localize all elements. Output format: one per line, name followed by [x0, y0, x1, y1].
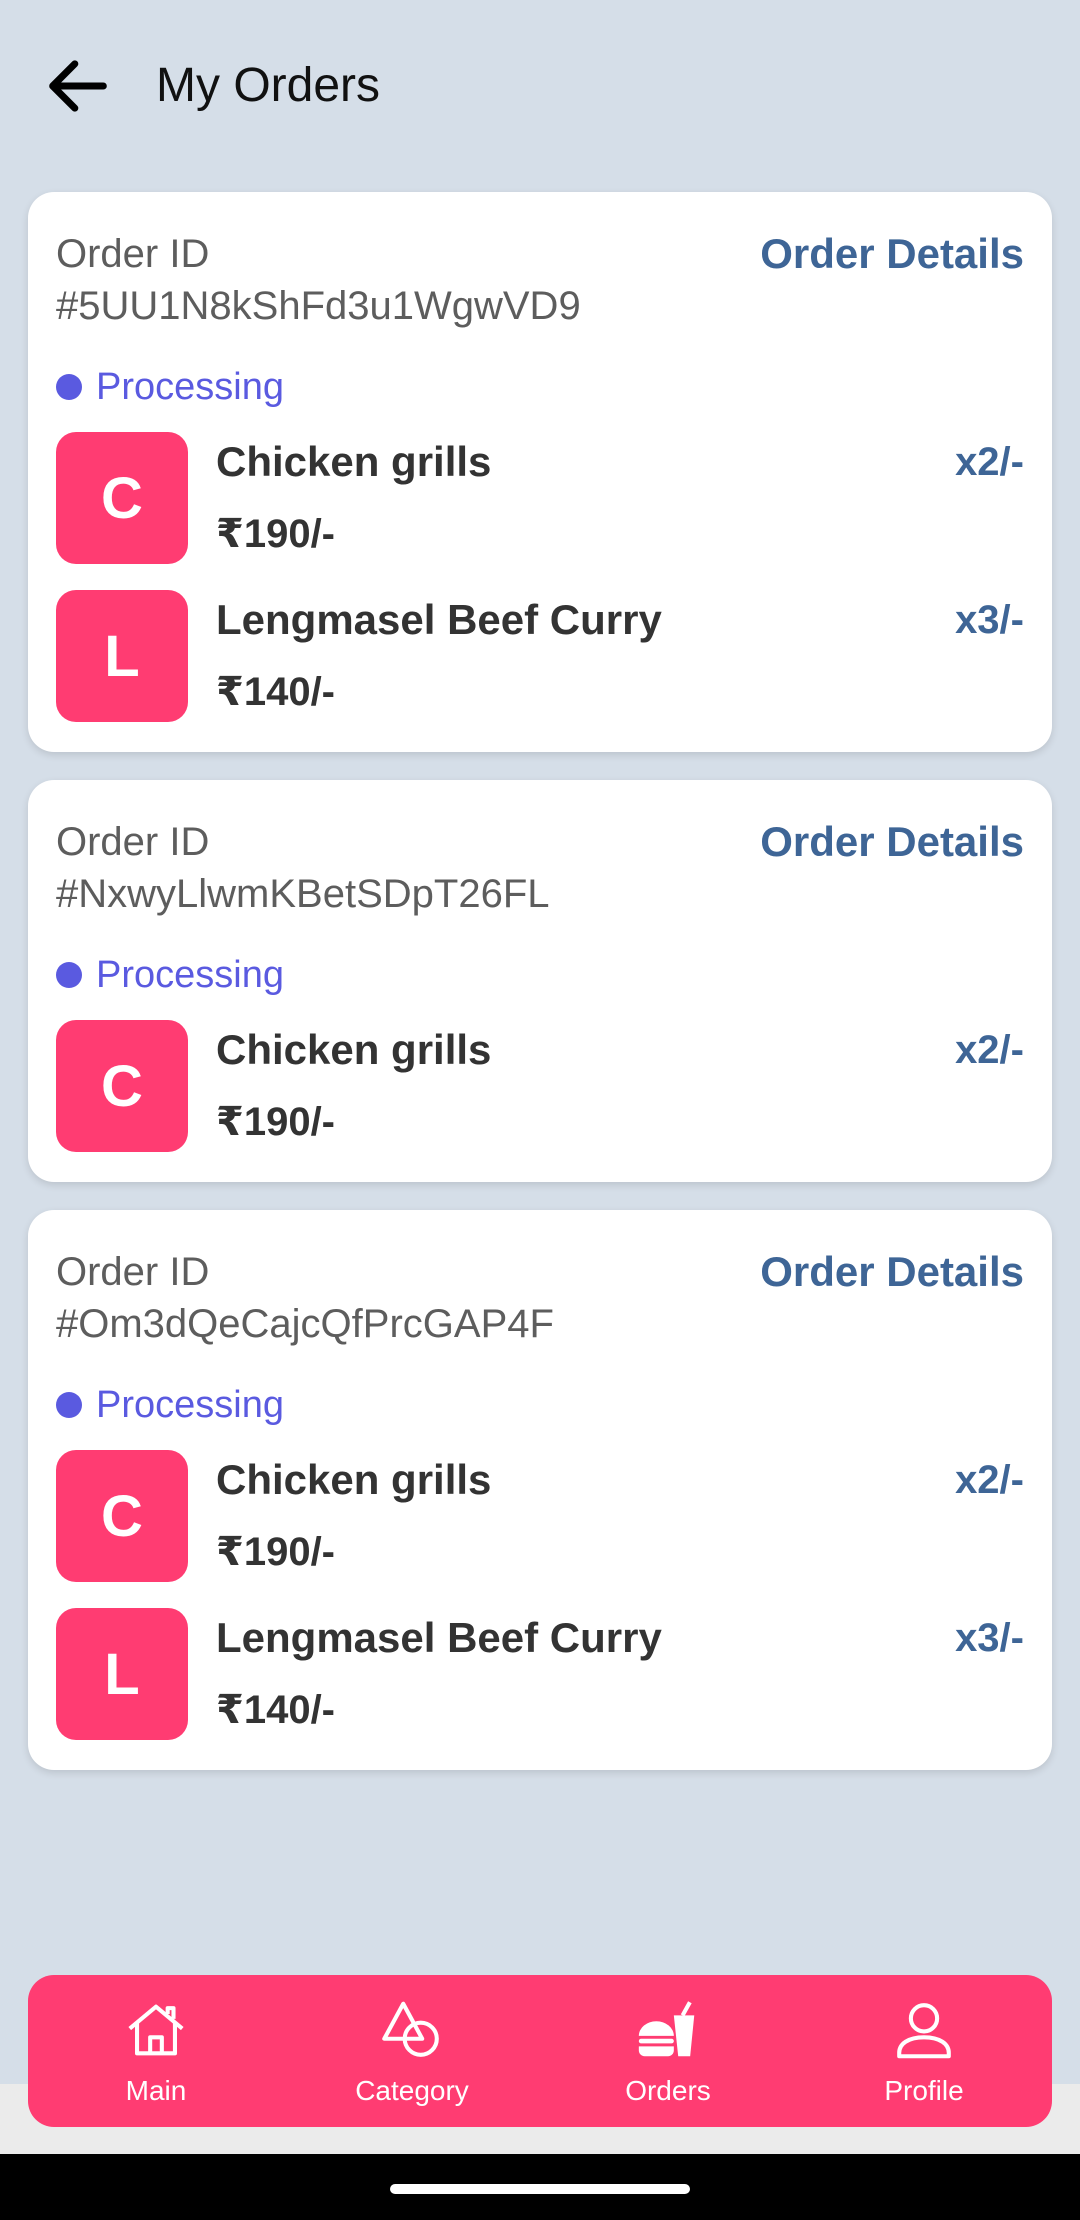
nav-item-orders[interactable]: Orders	[558, 1975, 778, 2127]
order-card: Order ID #NxwyLlwmKBetSDpT26FL Order Det…	[28, 780, 1052, 1182]
item-quantity: x2/-	[955, 440, 1024, 484]
item-quantity: x3/-	[955, 598, 1024, 642]
item-name: Lengmasel Beef Curry	[216, 1614, 662, 1661]
nav-label: Profile	[884, 2075, 964, 2106]
item-name: Chicken grills	[216, 1456, 492, 1503]
status-badge: Processing	[56, 362, 1024, 412]
arrow-left-icon	[49, 60, 107, 112]
app-header: My Orders	[0, 0, 1080, 170]
item-price: ₹190/-	[216, 1530, 336, 1574]
order-id-value: #NxwyLlwmKBetSDpT26FL	[56, 872, 550, 916]
order-card: Order ID #5UU1N8kShFd3u1WgwVD9 Order Det…	[28, 192, 1052, 752]
item-price: ₹140/-	[216, 670, 336, 714]
item-price: ₹140/-	[216, 1688, 336, 1732]
item-thumbnail: C	[56, 432, 188, 564]
status-badge: Processing	[56, 1380, 1024, 1430]
order-item: C Chicken grills ₹190/- x2/-	[56, 432, 1024, 564]
bottom-navigation: Main Category Orders Profile	[28, 1975, 1052, 2127]
order-items: C Chicken grills ₹190/- x2/- L Lengmasel…	[56, 1450, 1024, 1740]
nav-label: Orders	[625, 2075, 711, 2106]
nav-item-profile[interactable]: Profile	[814, 1975, 1034, 2127]
back-button[interactable]	[36, 44, 120, 128]
item-price: ₹190/-	[216, 512, 336, 556]
item-name: Chicken grills	[216, 1026, 492, 1073]
orders-list: Order ID #5UU1N8kShFd3u1WgwVD9 Order Det…	[28, 192, 1052, 1798]
status-dot-icon	[56, 374, 82, 400]
fast-food-icon	[638, 2001, 695, 2057]
status-badge: Processing	[56, 950, 1024, 1000]
order-details-link[interactable]: Order Details	[760, 1246, 1024, 1298]
item-quantity: x2/-	[955, 1458, 1024, 1502]
order-id-value: #Om3dQeCajcQfPrcGAP4F	[56, 1302, 554, 1346]
item-quantity: x3/-	[955, 1616, 1024, 1660]
nav-item-category[interactable]: Category	[302, 1975, 522, 2127]
home-icon	[128, 2004, 184, 2056]
shapes-icon	[382, 2001, 439, 2057]
user-icon	[897, 2003, 951, 2059]
order-items: C Chicken grills ₹190/- x2/- L Lengmasel…	[56, 432, 1024, 722]
status-text: Processing	[96, 953, 284, 996]
item-thumbnail: L	[56, 1608, 188, 1740]
order-id-value: #5UU1N8kShFd3u1WgwVD9	[56, 284, 581, 328]
item-thumbnail: L	[56, 590, 188, 722]
order-item: C Chicken grills ₹190/- x2/-	[56, 1020, 1024, 1152]
item-name: Chicken grills	[216, 438, 492, 485]
order-item: C Chicken grills ₹190/- x2/-	[56, 1450, 1024, 1582]
order-item: L Lengmasel Beef Curry ₹140/- x3/-	[56, 1608, 1024, 1740]
order-item: L Lengmasel Beef Curry ₹140/- x3/-	[56, 590, 1024, 722]
page-title: My Orders	[156, 59, 381, 112]
item-quantity: x2/-	[955, 1028, 1024, 1072]
item-name: Lengmasel Beef Curry	[216, 596, 662, 643]
status-text: Processing	[96, 1383, 284, 1426]
home-indicator[interactable]	[390, 2184, 690, 2194]
order-details-link[interactable]: Order Details	[760, 228, 1024, 280]
order-details-link[interactable]: Order Details	[760, 816, 1024, 868]
item-thumbnail: C	[56, 1020, 188, 1152]
status-dot-icon	[56, 1392, 82, 1418]
nav-label: Category	[355, 2075, 469, 2106]
nav-item-main[interactable]: Main	[46, 1975, 266, 2127]
nav-label: Main	[125, 2075, 187, 2106]
order-items: C Chicken grills ₹190/- x2/-	[56, 1020, 1024, 1152]
status-dot-icon	[56, 962, 82, 988]
status-text: Processing	[96, 365, 284, 408]
item-thumbnail: C	[56, 1450, 188, 1582]
order-card: Order ID #Om3dQeCajcQfPrcGAP4F Order Det…	[28, 1210, 1052, 1770]
item-price: ₹190/-	[216, 1100, 336, 1144]
